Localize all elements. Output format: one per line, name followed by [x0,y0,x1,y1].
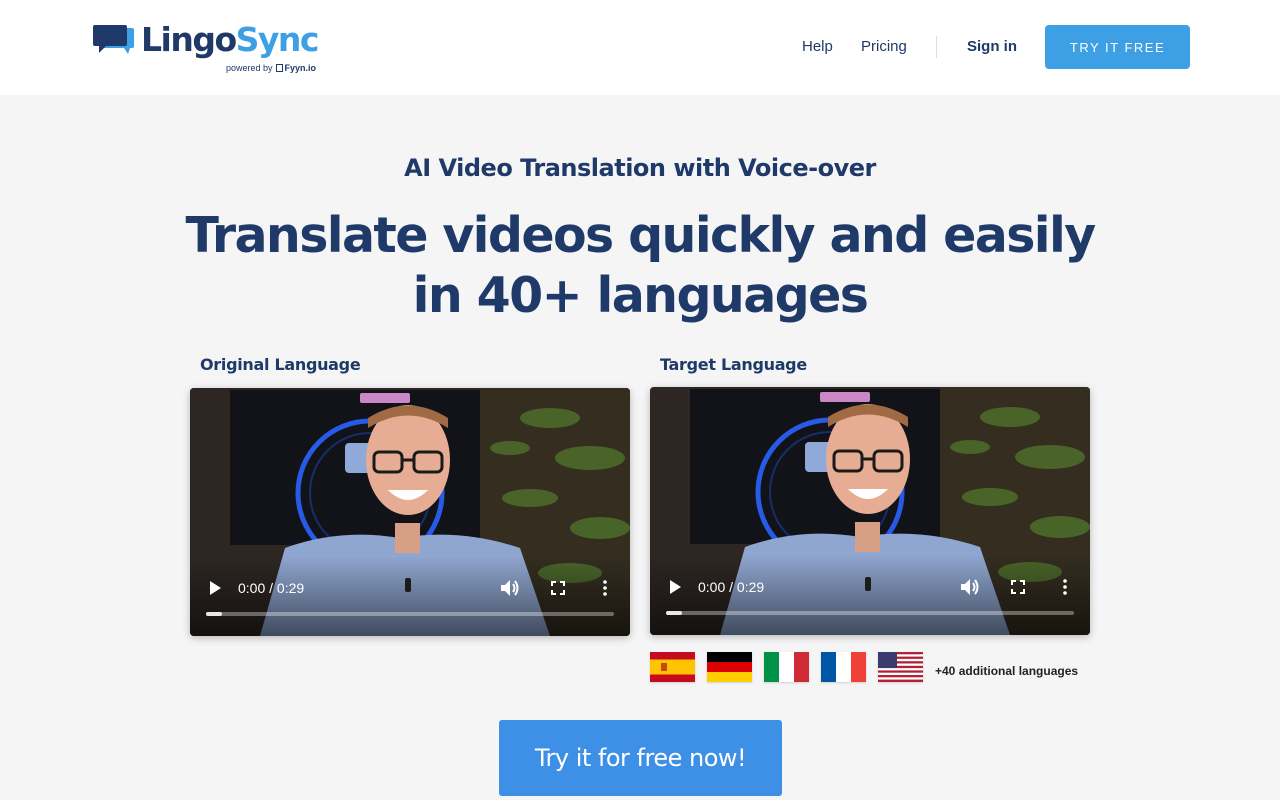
fullscreen-icon[interactable] [1011,580,1025,594]
logo-wordmark: LingoSync [141,20,320,60]
powered-by-prefix: powered by [226,63,273,73]
original-video-player[interactable]: 0:00 / 0:29 [190,388,630,636]
original-language-label: Original Language [200,355,361,374]
video-progress-bar[interactable] [206,612,614,616]
germany-flag [707,652,752,682]
france-flag [821,652,866,682]
logo-word-sync: Sync [235,20,320,59]
target-language-label: Target Language [660,355,807,374]
powered-by-brand: Fyyn.io [284,63,317,73]
nav-pricing-link[interactable]: Pricing [861,38,907,55]
usa-flag [878,652,923,682]
play-icon[interactable] [668,579,682,595]
more-options-icon[interactable] [602,580,608,596]
volume-icon[interactable] [960,578,980,596]
powered-by-note: powered by Fyyn.io [226,63,316,73]
more-options-icon[interactable] [1062,579,1068,595]
fyyn-logo-icon [275,64,283,72]
chat-bubbles-icon [93,25,134,54]
try-it-free-button[interactable]: TRY IT FREE [1045,25,1190,69]
nav-help-link[interactable]: Help [802,38,833,55]
controls-shade [650,555,1090,635]
fullscreen-icon[interactable] [551,581,565,595]
hero-subtitle: AI Video Translation with Voice-over [404,154,876,182]
video-progress-bar[interactable] [666,611,1074,615]
lingosync-logo[interactable]: LingoSync powered by Fyyn.io [92,20,332,76]
additional-languages-text: +40 additional languages [935,664,1079,678]
sign-in-link[interactable]: Sign in [967,38,1017,55]
video-progress-fill [206,612,223,616]
volume-icon[interactable] [500,579,520,597]
try-free-now-button[interactable]: Try it for free now! [499,720,782,796]
spain-flag [650,652,695,682]
nav-divider [936,36,937,58]
hero-headline: Translate videos quickly and easily in 4… [185,207,1096,324]
video-time: 0:00 / 0:29 [238,580,305,596]
play-icon[interactable] [208,580,222,596]
logo-word-lingo: Lingo [141,20,237,59]
controls-shade [190,556,630,636]
italy-flag [764,652,809,682]
video-time: 0:00 / 0:29 [698,579,765,595]
video-progress-fill [666,611,683,615]
target-video-player[interactable]: 0:00 / 0:29 [650,387,1090,635]
site-header: LingoSync powered by Fyyn.io Help Pricing… [0,0,1280,95]
